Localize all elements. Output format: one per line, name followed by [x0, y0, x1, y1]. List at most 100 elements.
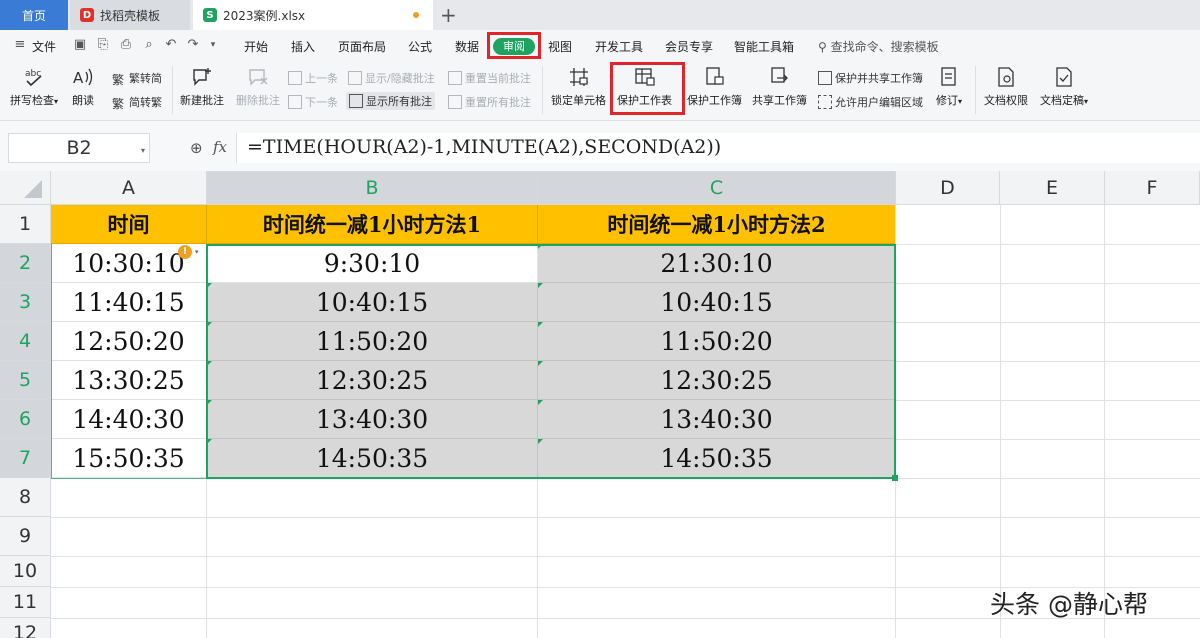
reset-all-comments-button[interactable]: 重置所有批注: [448, 94, 531, 110]
allow-edit-ranges-button[interactable]: 允许用户编辑区域: [818, 94, 923, 110]
new-comment-icon: [193, 68, 211, 86]
protect-workbook-label: 保护工作簿: [687, 94, 742, 107]
delete-comment-button[interactable]: 删除批注: [236, 66, 280, 108]
doc-permission-button[interactable]: 文档权限: [984, 66, 1028, 108]
show-hide-comment-label: 显示/隐藏批注: [365, 72, 435, 85]
menu-view[interactable]: 视图: [548, 38, 572, 55]
tab-home-label: 首页: [21, 8, 46, 23]
show-all-comments-label: 显示所有批注: [366, 95, 432, 108]
name-box[interactable]: B2: [8, 133, 150, 163]
error-indicator-icon: [207, 361, 212, 366]
print-preview-icon[interactable]: ⌕: [141, 37, 157, 53]
menu-member[interactable]: 会员专享: [665, 38, 713, 55]
error-indicator-icon: [207, 400, 212, 405]
to-simplified-button[interactable]: 繁 简转繁: [112, 94, 162, 111]
export-pdf-icon[interactable]: ⎘: [95, 37, 111, 53]
error-indicator-icon: [538, 244, 543, 249]
protect-and-share-label: 保护并共享工作簿: [835, 72, 923, 85]
redo-icon[interactable]: ↷: [185, 37, 201, 53]
show-all-comments-button[interactable]: 显示所有批注: [346, 92, 435, 110]
protect-share-icon: [818, 71, 832, 85]
reset-all-comments-icon: [448, 95, 462, 109]
to-traditional-label: 繁转简: [129, 72, 162, 85]
insert-function-button[interactable]: fx: [213, 138, 227, 156]
reset-all-comments-label: 重置所有批注: [465, 96, 531, 109]
show-all-comments-icon: [349, 94, 363, 108]
reset-current-comment-button[interactable]: 重置当前批注: [448, 70, 531, 86]
doc-permission-label: 文档权限: [984, 94, 1028, 107]
watermark: 头条 @静心帮: [990, 590, 1148, 619]
menu-file[interactable]: 文件: [32, 38, 56, 55]
unsaved-indicator: [413, 12, 419, 18]
error-indicator-icon: [538, 439, 543, 444]
customize-quick-access-icon[interactable]: ▾: [205, 37, 221, 53]
traditional-icon: 繁: [112, 73, 125, 87]
spellcheck-button[interactable]: abc 拼写检查▾: [10, 66, 58, 108]
warning-icon[interactable]: !: [178, 245, 192, 259]
undo-icon[interactable]: ↶: [163, 37, 179, 53]
menu-smart-toolbox[interactable]: 智能工具箱: [734, 38, 794, 55]
ribbon-separator: [172, 66, 173, 114]
menu-review[interactable]: 审阅: [493, 38, 535, 55]
error-indicator-icon: [207, 283, 212, 288]
protect-workbook-button[interactable]: 保护工作簿: [687, 66, 742, 108]
allow-edit-ranges-icon: [818, 95, 832, 109]
doc-finalize-icon: [1056, 67, 1072, 87]
next-comment-icon: [288, 95, 302, 109]
formula-input[interactable]: =TIME(HOUR(A2)-1,MINUTE(A2),SECOND(A2)): [236, 133, 1200, 163]
zoom-icon[interactable]: ⊕: [190, 139, 203, 157]
share-workbook-label: 共享工作簿: [752, 94, 807, 107]
menu-data[interactable]: 数据: [455, 38, 479, 55]
command-search[interactable]: ⚲ 查找命令、搜索模板: [818, 38, 939, 55]
allow-edit-ranges-label: 允许用户编辑区域: [835, 96, 923, 109]
delete-comment-icon: [249, 69, 268, 86]
read-aloud-button[interactable]: A 朗读: [72, 66, 94, 108]
error-indicator-icon: [538, 361, 543, 366]
menu-insert[interactable]: 插入: [291, 38, 315, 55]
tab-bar: 首页 D 找稻壳模板 S 2023案例.xlsx +: [0, 0, 1200, 30]
reset-current-comment-label: 重置当前批注: [465, 72, 531, 85]
show-hide-comment-button[interactable]: 显示/隐藏批注: [348, 70, 435, 86]
track-changes-button[interactable]: 修订▾: [936, 66, 962, 108]
next-comment-button[interactable]: 下一条: [288, 94, 338, 110]
new-comment-button[interactable]: 新建批注: [180, 66, 224, 108]
name-box-dropdown-icon[interactable]: ▾: [141, 146, 145, 155]
to-traditional-button[interactable]: 繁 繁转简: [112, 70, 162, 87]
search-icon: ⚲: [818, 40, 827, 54]
tab-workbook-label: 2023案例.xlsx: [223, 8, 306, 23]
menu-page-layout[interactable]: 页面布局: [338, 38, 386, 55]
menu-home[interactable]: 开始: [244, 38, 268, 55]
warning-dropdown-icon[interactable]: ▾: [195, 248, 199, 256]
menu-developer[interactable]: 开发工具: [595, 38, 643, 55]
protect-and-share-button[interactable]: 保护并共享工作簿: [818, 70, 923, 86]
fill-handle[interactable]: [892, 475, 898, 481]
track-changes-icon: [941, 67, 956, 86]
lock-cells-button[interactable]: 锁定单元格: [551, 66, 606, 108]
error-indicator-icon: [207, 439, 212, 444]
new-comment-label: 新建批注: [180, 94, 224, 107]
to-simplified-label: 简转繁: [129, 96, 162, 109]
tab-home[interactable]: 首页: [0, 0, 68, 30]
read-aloud-icon: A: [73, 68, 93, 87]
lock-cells-label: 锁定单元格: [551, 94, 606, 107]
menu-formulas[interactable]: 公式: [408, 38, 432, 55]
reset-current-comment-icon: [448, 71, 462, 85]
new-tab-button[interactable]: +: [440, 3, 457, 27]
error-indicator-icon: [538, 400, 543, 405]
tab-template[interactable]: D 找稻壳模板: [70, 0, 190, 30]
worksheet-grid[interactable]: A B C D E F 1 2 3 4 5 6 7 8 9 10 11 12 时…: [0, 171, 1200, 638]
tab-workbook[interactable]: S 2023案例.xlsx: [193, 0, 433, 30]
doc-finalize-button[interactable]: 文档定稿▾: [1040, 66, 1088, 108]
delete-comment-label: 删除批注: [236, 94, 280, 107]
track-changes-label: 修订: [936, 94, 958, 107]
error-indicator-icon: [538, 283, 543, 288]
share-workbook-button[interactable]: 共享工作簿: [752, 66, 807, 108]
protect-sheet-highlight: [610, 62, 685, 115]
doc-finalize-label: 文档定稿: [1040, 94, 1084, 107]
simplified-icon: 繁: [112, 97, 125, 111]
spellcheck-label: 拼写检查: [10, 94, 54, 107]
prev-comment-button[interactable]: 上一条: [288, 70, 338, 86]
hamburger-icon[interactable]: ≡: [12, 37, 28, 53]
print-icon[interactable]: ⎙: [118, 37, 134, 53]
save-icon[interactable]: ▣: [72, 37, 88, 53]
